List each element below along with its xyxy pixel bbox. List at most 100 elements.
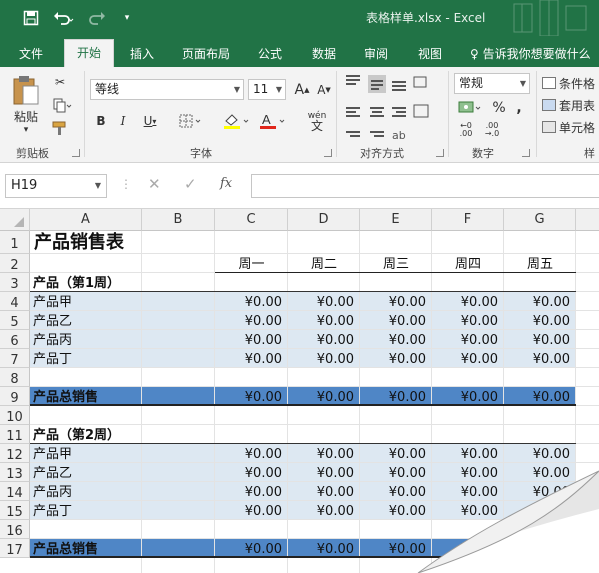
column-header-next[interactable] bbox=[576, 209, 599, 231]
row-header-8[interactable]: 8 bbox=[0, 368, 30, 387]
sales-cell[interactable]: ¥0.00 bbox=[432, 502, 498, 521]
sales-cell[interactable]: ¥0.00 bbox=[432, 312, 498, 331]
product-label[interactable]: 产品丙 bbox=[33, 331, 72, 350]
undo-icon[interactable] bbox=[50, 8, 78, 28]
product-label[interactable]: 产品丁 bbox=[33, 502, 72, 521]
worksheet-grid[interactable]: A B C D E F G 1 2 3 4 5 6 7 8 9 10 11 12 13 14 15 16 17 产品销售表 周一周… bbox=[0, 209, 599, 573]
sales-cell[interactable]: ¥0.00 bbox=[360, 350, 426, 369]
format-as-table-button[interactable]: 套用表 bbox=[542, 95, 599, 115]
sales-cell[interactable]: ¥0.00 bbox=[504, 445, 570, 464]
paste-icon[interactable] bbox=[8, 73, 44, 107]
row-header-6[interactable]: 6 bbox=[0, 330, 30, 349]
row-header-1[interactable]: 1 bbox=[0, 231, 30, 254]
sales-cell[interactable]: ¥0.00 bbox=[504, 464, 570, 483]
row-header-3[interactable]: 3 bbox=[0, 273, 30, 292]
font-size-select[interactable]: 11 ▼ bbox=[248, 79, 286, 100]
font-name-select[interactable]: 等线 ▼ bbox=[90, 79, 244, 100]
bold-icon[interactable]: B bbox=[92, 111, 110, 131]
sales-cell[interactable]: ¥0.00 bbox=[432, 464, 498, 483]
column-header-b[interactable]: B bbox=[142, 209, 215, 231]
sales-cell[interactable]: ¥0.00 bbox=[360, 483, 426, 502]
row-header-2[interactable]: 2 bbox=[0, 254, 30, 273]
day-header-1[interactable]: 周一 bbox=[215, 255, 288, 274]
total-sales-cell[interactable]: ¥0.00 bbox=[215, 388, 282, 407]
product-label[interactable]: 产品甲 bbox=[33, 293, 72, 312]
total-sales-cell[interactable]: ¥0.00 bbox=[360, 540, 426, 559]
clipboard-launcher-icon[interactable] bbox=[72, 149, 80, 157]
column-header-c[interactable]: C bbox=[215, 209, 288, 231]
sales-cell[interactable]: ¥0.00 bbox=[215, 293, 282, 312]
sales-cell[interactable]: ¥0.00 bbox=[432, 293, 498, 312]
sales-cell[interactable]: ¥0.00 bbox=[504, 502, 570, 521]
product-label[interactable]: 产品丁 bbox=[33, 350, 72, 369]
italic-icon[interactable]: I bbox=[114, 111, 132, 131]
week1-label[interactable]: 产品（第1周） bbox=[33, 274, 120, 293]
sales-cell[interactable]: ¥0.00 bbox=[360, 312, 426, 331]
week2-label[interactable]: 产品（第2周） bbox=[33, 426, 120, 445]
conditional-formatting-button[interactable]: 条件格 bbox=[542, 73, 599, 93]
total-sales-cell[interactable]: ¥0.00 bbox=[288, 388, 354, 407]
tab-home[interactable]: 开始 bbox=[64, 39, 114, 67]
day-header-2[interactable]: 周二 bbox=[288, 255, 360, 274]
row-header-9[interactable]: 9 bbox=[0, 387, 30, 406]
day-header-4[interactable]: 周四 bbox=[432, 255, 504, 274]
sales-cell[interactable]: ¥0.00 bbox=[215, 312, 282, 331]
cell-styles-button[interactable]: 单元格 bbox=[542, 117, 599, 137]
sales-cell[interactable]: ¥0.00 bbox=[215, 445, 282, 464]
row-header-16[interactable]: 16 bbox=[0, 520, 30, 539]
cut-icon[interactable]: ✂ bbox=[50, 73, 70, 91]
sales-cell[interactable]: ¥0.00 bbox=[215, 483, 282, 502]
paste-button[interactable]: 粘贴 bbox=[8, 107, 44, 125]
alignment-icons[interactable]: ab bbox=[342, 73, 432, 143]
number-launcher-icon[interactable] bbox=[522, 149, 530, 157]
row-header-4[interactable]: 4 bbox=[0, 292, 30, 311]
tab-formulas[interactable]: 公式 bbox=[250, 42, 290, 67]
format-painter-icon[interactable] bbox=[50, 119, 70, 137]
sales-cell[interactable]: ¥0.00 bbox=[504, 293, 570, 312]
decrease-decimal-icon[interactable]: .00 →.0 bbox=[480, 121, 504, 139]
total-sales-label[interactable]: 产品总销售 bbox=[33, 388, 98, 407]
sales-cell[interactable]: ¥0.00 bbox=[215, 502, 282, 521]
sales-cell[interactable]: ¥0.00 bbox=[288, 331, 354, 350]
sales-cell[interactable]: ¥0.00 bbox=[432, 483, 498, 502]
total-sales-cell[interactable]: ¥0.00 bbox=[432, 388, 498, 407]
day-header-3[interactable]: 周三 bbox=[360, 255, 432, 274]
sales-cell[interactable]: ¥0.00 bbox=[360, 293, 426, 312]
column-header-f[interactable]: F bbox=[432, 209, 504, 231]
column-header-e[interactable]: E bbox=[360, 209, 432, 231]
borders-icon[interactable] bbox=[176, 111, 206, 131]
total-sales-label[interactable]: 产品总销售 bbox=[33, 540, 98, 559]
product-label[interactable]: 产品乙 bbox=[33, 464, 72, 483]
font-launcher-icon[interactable] bbox=[324, 149, 332, 157]
sales-cell[interactable]: ¥0.00 bbox=[288, 445, 354, 464]
tab-view[interactable]: 视图 bbox=[410, 42, 450, 67]
sales-cell[interactable]: ¥0.00 bbox=[432, 445, 498, 464]
row-header-13[interactable]: 13 bbox=[0, 463, 30, 482]
tell-me-box[interactable]: ♀ 告诉我你想要做什么 bbox=[470, 42, 591, 67]
row-header-10[interactable]: 10 bbox=[0, 406, 30, 425]
number-format-select[interactable]: 常规 ▼ bbox=[454, 73, 530, 94]
row-header-11[interactable]: 11 bbox=[0, 425, 30, 444]
sales-cell[interactable]: ¥0.00 bbox=[504, 483, 570, 502]
redo-icon[interactable] bbox=[86, 8, 112, 28]
sales-cell[interactable]: ¥0.00 bbox=[288, 293, 354, 312]
sales-cell[interactable]: ¥0.00 bbox=[288, 502, 354, 521]
column-header-g[interactable]: G bbox=[504, 209, 576, 231]
column-header-d[interactable]: D bbox=[288, 209, 360, 231]
font-color-icon[interactable]: A bbox=[256, 111, 290, 131]
tab-file[interactable]: 文件 bbox=[8, 42, 54, 67]
row-header-12[interactable]: 12 bbox=[0, 444, 30, 463]
total-sales-cell[interactable]: ¥0.00 bbox=[504, 388, 570, 407]
sales-cell[interactable]: ¥0.00 bbox=[215, 464, 282, 483]
total-sales-cell[interactable]: ¥0.00 bbox=[432, 540, 498, 559]
total-sales-cell[interactable]: ¥0.00 bbox=[504, 540, 570, 559]
name-box[interactable]: H19 ▼ bbox=[5, 174, 107, 198]
total-sales-cell[interactable]: ¥0.00 bbox=[215, 540, 282, 559]
sales-cell[interactable]: ¥0.00 bbox=[432, 331, 498, 350]
row-header-5[interactable]: 5 bbox=[0, 311, 30, 330]
product-label[interactable]: 产品丙 bbox=[33, 483, 72, 502]
product-label[interactable]: 产品甲 bbox=[33, 445, 72, 464]
tab-insert[interactable]: 插入 bbox=[122, 42, 162, 67]
increase-decimal-icon[interactable]: ←0.00 bbox=[454, 121, 478, 139]
percent-style-icon[interactable]: % bbox=[490, 99, 508, 117]
